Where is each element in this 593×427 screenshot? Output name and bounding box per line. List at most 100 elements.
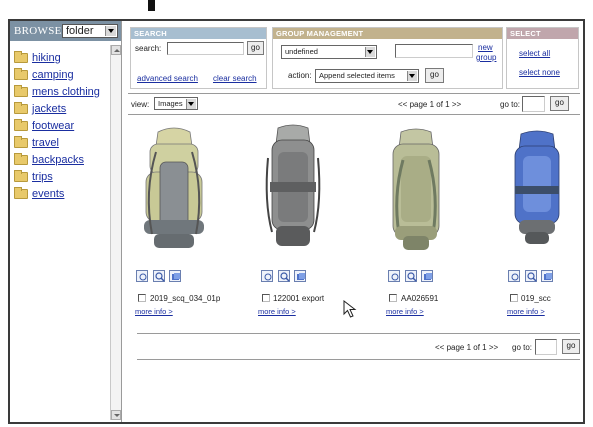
browse-type-value: folder [66, 25, 94, 37]
folder-label[interactable]: jackets [32, 103, 66, 115]
view-select-value: Images [158, 99, 183, 108]
folder-icon [14, 186, 28, 199]
search-go-button[interactable]: go [247, 41, 264, 55]
folder-icon [14, 101, 28, 114]
browse-label: BROWSE [14, 25, 62, 37]
zoom-icon[interactable] [278, 270, 290, 282]
select-none-link[interactable]: select none [519, 68, 560, 77]
more-info-link[interactable]: more info > [507, 307, 545, 316]
search-label: search: [135, 44, 162, 53]
new-group-link-line2[interactable]: group [476, 53, 496, 62]
chevron-down-icon [365, 47, 375, 57]
bottom-pagination-text[interactable]: << page 1 of 1 >> [435, 343, 498, 352]
product-name: 2019_scq_034_01p [150, 294, 221, 303]
folder-icon [14, 135, 28, 148]
product-name: 122001 export [273, 294, 325, 303]
advanced-search-link[interactable]: advanced search [137, 74, 198, 83]
scroll-up-icon[interactable] [111, 45, 121, 55]
select-panel: SELECT select all select none [506, 27, 579, 89]
folder-item-travel[interactable]: travel [14, 134, 109, 151]
folder-label[interactable]: footwear [32, 120, 74, 132]
add-icon[interactable] [294, 270, 306, 282]
product-image[interactable] [507, 128, 567, 248]
folder-item-hiking[interactable]: hiking [14, 49, 109, 66]
action-go-button[interactable]: go [425, 68, 444, 83]
product-image[interactable] [383, 126, 449, 254]
goto-go-button[interactable]: go [550, 96, 569, 111]
folder-label[interactable]: camping [32, 69, 74, 81]
more-info-link[interactable]: more info > [135, 307, 173, 316]
scroll-down-icon[interactable] [111, 410, 121, 420]
product-checkbox[interactable] [138, 294, 146, 302]
folder-label[interactable]: mens clothing [32, 86, 100, 98]
product-checkbox[interactable] [262, 294, 270, 302]
add-icon[interactable] [169, 270, 181, 282]
search-input[interactable] [167, 42, 244, 55]
zoom-icon[interactable] [153, 270, 165, 282]
clear-search-link[interactable]: clear search [213, 74, 257, 83]
sidebar-scrollbar[interactable] [110, 45, 121, 420]
bottom-goto-label: go to: [512, 343, 533, 352]
zoom-icon[interactable] [405, 270, 417, 282]
more-info-link[interactable]: more info > [258, 307, 296, 316]
folder-label[interactable]: backpacks [32, 154, 84, 166]
product-image[interactable] [262, 122, 324, 254]
folder-label[interactable]: hiking [32, 52, 61, 64]
top-strip [0, 0, 593, 17]
pagination-text[interactable]: << page 1 of 1 >> [398, 100, 461, 109]
folder-icon [14, 50, 28, 63]
group-panel-title: GROUP MANAGEMENT [273, 28, 502, 39]
new-group-link[interactable]: new [478, 43, 493, 52]
browse-header: BROWSE folder [10, 21, 121, 41]
add-icon[interactable] [541, 270, 553, 282]
folder-label[interactable]: travel [32, 137, 59, 149]
folder-icon [14, 118, 28, 131]
product-name: AA026591 [401, 294, 439, 303]
folder-item-jackets[interactable]: jackets [14, 100, 109, 117]
group-management-panel: GROUP MANAGEMENT undefined new group act… [272, 27, 503, 89]
browse-type-select[interactable]: folder [62, 24, 118, 38]
folder-label[interactable]: events [32, 188, 64, 200]
group-select-value: undefined [285, 47, 318, 56]
view-icon[interactable] [508, 270, 520, 282]
action-select-value: Append selected items [319, 71, 395, 80]
folder-label[interactable]: trips [32, 171, 53, 183]
goto-label: go to: [500, 100, 521, 109]
top-mark [148, 0, 155, 11]
folder-item-events[interactable]: events [14, 185, 109, 202]
goto-input[interactable] [522, 96, 545, 112]
folder-item-trips[interactable]: trips [14, 168, 109, 185]
folder-icon [14, 67, 28, 80]
product-image[interactable] [136, 122, 212, 254]
view-icon[interactable] [136, 270, 148, 282]
search-panel-title: SEARCH [131, 28, 266, 39]
folder-icon [14, 169, 28, 182]
action-label: action: [288, 71, 312, 80]
more-info-link[interactable]: more info > [386, 307, 424, 316]
folder-icon [14, 152, 28, 165]
group-select[interactable]: undefined [281, 45, 377, 59]
bottom-goto-go-button[interactable]: go [562, 339, 580, 354]
chevron-down-icon [105, 26, 116, 36]
search-panel: SEARCH search: go advanced search clear … [130, 27, 267, 89]
folder-item-camping[interactable]: camping [14, 66, 109, 83]
view-select[interactable]: Images [154, 97, 198, 110]
folder-icon [14, 84, 28, 97]
action-select[interactable]: Append selected items [315, 69, 419, 83]
folder-item-backpacks[interactable]: backpacks [14, 151, 109, 168]
bottom-goto-input[interactable] [535, 339, 557, 355]
new-group-input[interactable] [395, 44, 473, 58]
view-icon[interactable] [388, 270, 400, 282]
zoom-icon[interactable] [525, 270, 537, 282]
product-checkbox[interactable] [510, 294, 518, 302]
folder-item-mens-clothing[interactable]: mens clothing [14, 83, 109, 100]
folder-item-footwear[interactable]: footwear [14, 117, 109, 134]
chevron-down-icon [186, 99, 196, 109]
product-checkbox[interactable] [389, 294, 397, 302]
pointer-cursor-icon [343, 300, 357, 318]
add-icon[interactable] [421, 270, 433, 282]
select-panel-title: SELECT [507, 28, 578, 39]
view-icon[interactable] [261, 270, 273, 282]
select-all-link[interactable]: select all [519, 49, 550, 58]
product-name: 019_scc [521, 294, 551, 303]
